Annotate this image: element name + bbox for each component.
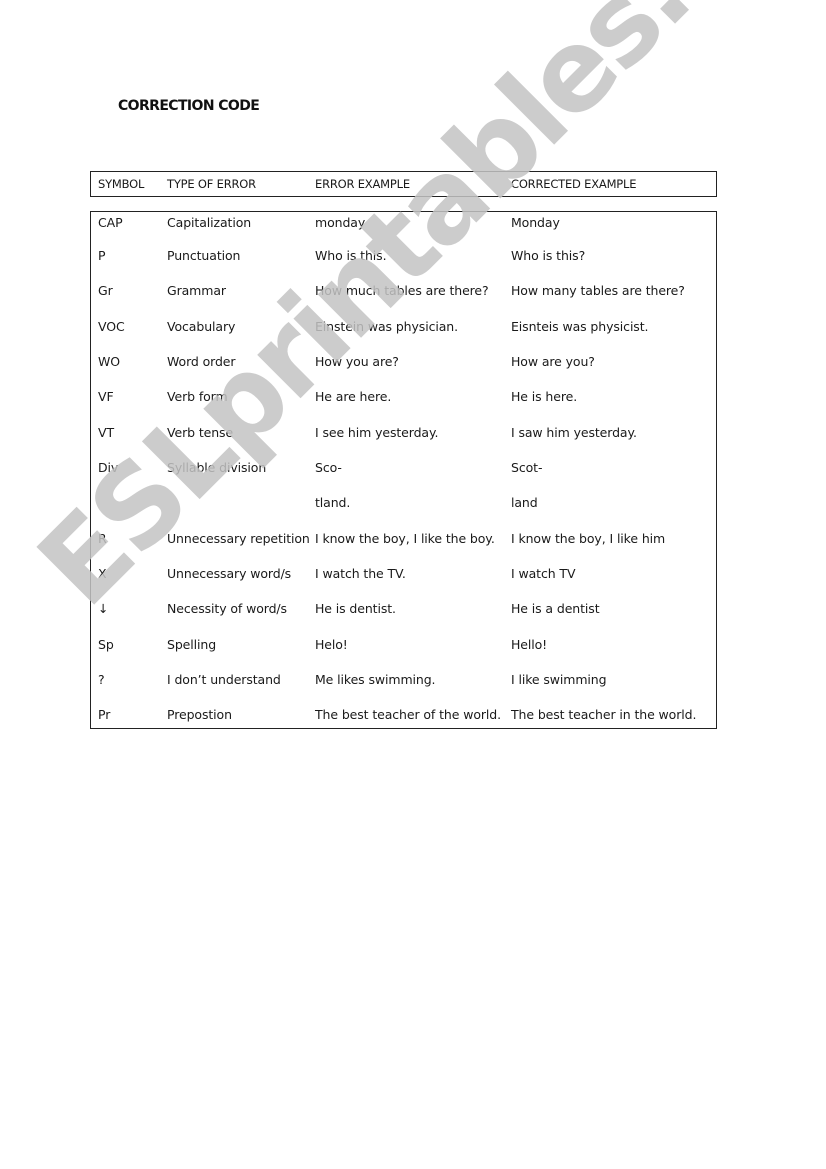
cell-type-of-error: Punctuation	[167, 248, 241, 263]
header-type-of-error: TYPE OF ERROR	[167, 177, 256, 191]
cell-symbol: CAP	[98, 215, 123, 230]
table-row: P Punctuation Who is this. Who is this?	[91, 248, 716, 268]
cell-symbol: VF	[98, 389, 114, 404]
cell-error-example: tland.	[315, 495, 351, 510]
table-row: VOC Vocabulary Einstein was physician. Eisn…	[91, 319, 716, 339]
cell-corrected-example: I saw him yesterday.	[511, 425, 637, 440]
cell-type-of-error: Spelling	[167, 637, 217, 652]
table-row: ↓ Necessity of word/s He is dentist. He is …	[91, 601, 716, 621]
cell-symbol: Gr	[98, 283, 113, 298]
table-row: tland. land	[91, 495, 716, 515]
cell-error-example: He are here.	[315, 389, 392, 404]
cell-corrected-example: land	[511, 495, 538, 510]
cell-corrected-example: The best teacher in the world.	[511, 707, 697, 722]
cell-corrected-example: I know the boy, I like him	[511, 531, 666, 546]
cell-corrected-example: I like swimming	[511, 672, 607, 687]
cell-type-of-error: I don’t understand	[167, 672, 281, 687]
cell-error-example: Einstein was physician.	[315, 319, 458, 334]
table-row: CAP Capitalization monday Monday	[91, 215, 716, 235]
cell-type-of-error: Vocabulary	[167, 319, 236, 334]
cell-corrected-example: Scot-	[511, 460, 543, 475]
cell-error-example: I watch the TV.	[315, 566, 406, 581]
cell-error-example: He is dentist.	[315, 601, 396, 616]
cell-symbol: Pr	[98, 707, 111, 722]
cell-type-of-error: Unnecessary word/s	[167, 566, 292, 581]
cell-symbol: WO	[98, 354, 120, 369]
cell-error-example: How much tables are there?	[315, 283, 489, 298]
header-symbol: SYMBOL	[98, 177, 145, 191]
cell-corrected-example: How are you?	[511, 354, 595, 369]
table-row: WO Word order How you are? How are you?	[91, 354, 716, 374]
cell-type-of-error: Necessity of word/s	[167, 601, 287, 616]
table-row: Pr Prepostion The best teacher of the worl…	[91, 707, 716, 727]
cell-type-of-error: Capitalization	[167, 215, 252, 230]
cell-symbol: VT	[98, 425, 114, 440]
cell-corrected-example: Who is this?	[511, 248, 586, 263]
cell-error-example: monday	[315, 215, 366, 230]
cell-corrected-example: How many tables are there?	[511, 283, 685, 298]
cell-error-example: Me likes swimming.	[315, 672, 436, 687]
table-row: X Unnecessary word/s I watch the TV. I watc…	[91, 566, 716, 586]
cell-corrected-example: I watch TV	[511, 566, 576, 581]
cell-error-example: Sco-	[315, 460, 342, 475]
cell-corrected-example: Eisnteis was physicist.	[511, 319, 649, 334]
table-row: Gr Grammar How much tables are there? How m…	[91, 283, 716, 303]
cell-symbol: Div	[98, 460, 119, 475]
cell-error-example: Who is this.	[315, 248, 387, 263]
cell-corrected-example: Monday	[511, 215, 560, 230]
cell-symbol: X	[98, 566, 107, 581]
table-row: VF Verb form He are here. He is here.	[91, 389, 716, 409]
cell-symbol: ↓	[98, 601, 109, 616]
cell-error-example: Helo!	[315, 637, 348, 652]
header-corrected-example: CORRECTED EXAMPLE	[511, 177, 637, 191]
table-row: R Unnecessary repetition I know the boy, I…	[91, 531, 716, 551]
cell-error-example: I see him yesterday.	[315, 425, 439, 440]
cell-error-example: How you are?	[315, 354, 399, 369]
table-row: Sp Spelling Helo! Hello!	[91, 637, 716, 657]
cell-type-of-error: Verb tense	[167, 425, 234, 440]
cell-type-of-error: Verb form	[167, 389, 228, 404]
table-row: VT Verb tense I see him yesterday. I saw hi…	[91, 425, 716, 445]
table-body: CAP Capitalization monday Monday P Punctuatio…	[90, 211, 717, 729]
cell-corrected-example: He is here.	[511, 389, 578, 404]
cell-corrected-example: He is a dentist	[511, 601, 600, 616]
cell-type-of-error: Syllable division	[167, 460, 267, 475]
cell-corrected-example: Hello!	[511, 637, 548, 652]
table-row: Div Syllable division Sco- Scot-	[91, 460, 716, 480]
cell-type-of-error: Word order	[167, 354, 236, 369]
cell-type-of-error: Prepostion	[167, 707, 232, 722]
cell-symbol: ?	[98, 672, 105, 687]
cell-symbol: VOC	[98, 319, 125, 334]
cell-symbol: Sp	[98, 637, 114, 652]
cell-error-example: I know the boy, I like the boy.	[315, 531, 495, 546]
header-error-example: ERROR EXAMPLE	[315, 177, 410, 191]
cell-type-of-error: Grammar	[167, 283, 226, 298]
cell-symbol: R	[98, 531, 107, 546]
table-header: SYMBOL TYPE OF ERROR ERROR EXAMPLE CORRE…	[90, 171, 717, 197]
cell-type-of-error: Unnecessary repetition	[167, 531, 310, 546]
cell-symbol: P	[98, 248, 106, 263]
table-row: ? I don’t understand Me likes swimming. I l…	[91, 672, 716, 692]
page-title: CORRECTION CODE	[118, 98, 260, 114]
cell-error-example: The best teacher of the world.	[315, 707, 501, 722]
